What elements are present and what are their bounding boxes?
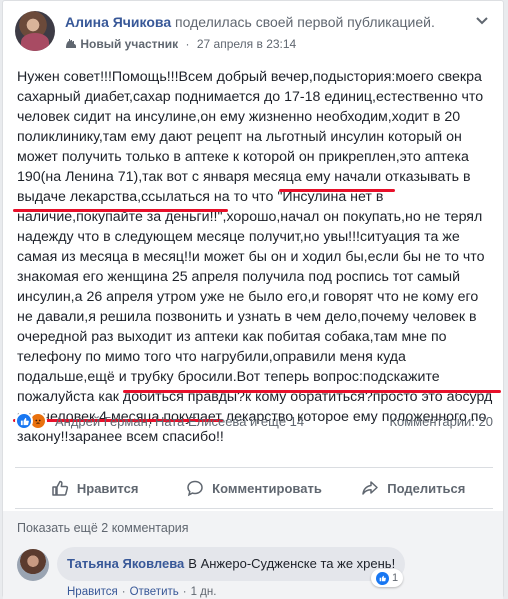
author-name[interactable]: Алина Ячикова bbox=[65, 14, 171, 30]
highlight-underline bbox=[279, 189, 395, 192]
comment-bubble-icon bbox=[186, 479, 204, 497]
share-arrow-icon bbox=[361, 479, 379, 497]
author-avatar[interactable] bbox=[15, 11, 55, 51]
divider bbox=[15, 508, 493, 509]
highlight-underline bbox=[123, 390, 501, 393]
dot-separator: · bbox=[121, 586, 126, 598]
new-member-badge[interactable]: Новый участник bbox=[80, 37, 178, 51]
share-button[interactable]: Поделиться bbox=[334, 471, 493, 505]
comment-reaction-count[interactable]: 1 bbox=[371, 569, 403, 587]
meta-separator: · bbox=[185, 37, 190, 51]
author-action: поделилась своей первой публикацией. bbox=[175, 14, 435, 30]
commenter-name[interactable]: Татьяна Яковлева bbox=[67, 556, 184, 571]
comment-reaction-number: 1 bbox=[391, 572, 399, 584]
comment-button-label: Комментировать bbox=[212, 480, 322, 496]
comments-section: Показать ещё 2 комментария Татьяна Яковл… bbox=[3, 511, 503, 599]
comment-time[interactable]: 1 дн. bbox=[191, 586, 217, 598]
show-more-comments-link[interactable]: Показать ещё 2 комментария bbox=[17, 521, 189, 535]
divider bbox=[15, 467, 493, 468]
post-actions: Нравится Комментировать Поделиться bbox=[15, 471, 493, 505]
comments-count[interactable]: Комментарии: 20 bbox=[389, 414, 493, 429]
like-button[interactable]: Нравится bbox=[15, 471, 174, 505]
post-card: Алина Ячикова поделилась своей первой пу… bbox=[2, 0, 504, 599]
post-timestamp[interactable]: 27 апреля в 23:14 bbox=[197, 37, 296, 51]
post-header: Алина Ячикова поделилась своей первой пу… bbox=[15, 11, 491, 59]
new-member-icon bbox=[65, 37, 80, 51]
author-line: Алина Ячикова поделилась своей первой пу… bbox=[65, 14, 435, 30]
comment-text: В Анжеро-Судженске та же хрень! bbox=[188, 556, 396, 571]
comment-actions: Нравится · Ответить · 1 дн. bbox=[67, 586, 216, 598]
like-reaction-icon bbox=[375, 571, 389, 585]
share-button-label: Поделиться bbox=[387, 480, 466, 496]
comment-reply-link[interactable]: Ответить bbox=[130, 586, 179, 598]
dot-separator: · bbox=[182, 586, 187, 598]
comment-button[interactable]: Комментировать bbox=[174, 471, 333, 505]
comment-bubble: Татьяна Яковлева В Анжеро-Судженске та же… bbox=[57, 547, 406, 581]
reaction-stats: Андрей Герман, Ната Елисеева и ещё 14 Ко… bbox=[15, 410, 493, 434]
chevron-down-icon[interactable] bbox=[473, 13, 491, 31]
post-meta: Новый участник · 27 апреля в 23:14 bbox=[65, 37, 296, 51]
thumbs-up-icon bbox=[51, 479, 69, 497]
commenter-avatar[interactable] bbox=[17, 549, 49, 581]
highlight-underline bbox=[13, 209, 228, 212]
comment-like-link[interactable]: Нравится bbox=[67, 586, 118, 598]
like-reaction-icon bbox=[15, 412, 33, 430]
like-button-label: Нравится bbox=[76, 480, 139, 496]
reaction-icons[interactable] bbox=[15, 412, 51, 430]
reactors-list[interactable]: Андрей Герман, Ната Елисеева и ещё 14 bbox=[55, 414, 304, 429]
